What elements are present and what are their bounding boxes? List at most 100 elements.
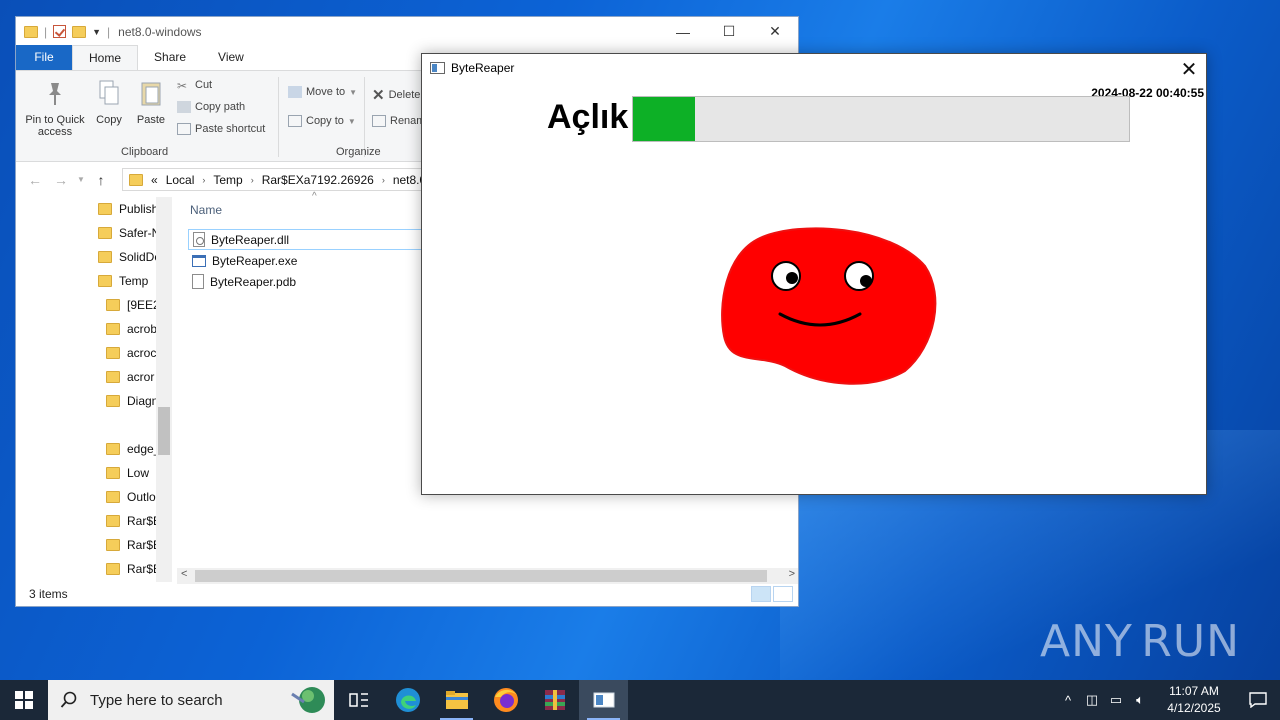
taskbar-bytereaper[interactable] (579, 680, 628, 720)
rename-icon (372, 115, 386, 127)
system-clock[interactable]: 11:07 AM 4/12/2025 (1152, 683, 1236, 717)
folder-icon (106, 323, 120, 335)
address-folder-icon (129, 173, 143, 186)
clock-date: 4/12/2025 (1167, 701, 1221, 715)
breadcrumb-rar[interactable]: Rar$EXa7192.26926 (262, 173, 374, 187)
folder-icon (98, 275, 112, 287)
app-close-button[interactable]: ✕ (1172, 54, 1206, 84)
nav-item-outlo[interactable]: Outlo (106, 487, 156, 507)
delete-icon: ✕ (372, 87, 385, 104)
up-button[interactable]: ↑ (88, 172, 114, 188)
taskbar: Type here to search ^ ◫ ▭ 🔈︎ 11:07 AM 4/… (0, 680, 1280, 720)
app-title: ByteReaper (451, 61, 515, 75)
nav-item-safer[interactable]: Safer-N (98, 223, 160, 243)
horizontal-scroll-thumb[interactable] (195, 570, 767, 582)
nav-scroll-thumb[interactable] (158, 407, 170, 455)
cut-button[interactable]: ✂ Cut (177, 79, 212, 93)
blob-creature (721, 227, 937, 385)
meet-now-icon[interactable]: ◫ (1080, 692, 1104, 708)
nav-item-low[interactable]: Low (106, 463, 149, 483)
exe-file-icon (192, 254, 206, 267)
nav-item-diagn[interactable]: Diagn (106, 391, 158, 411)
dll-file-icon (193, 232, 205, 247)
creature-body (721, 227, 937, 385)
paste-shortcut-button[interactable]: Paste shortcut (177, 123, 265, 135)
folder-icon (98, 251, 112, 263)
file-explorer-icon (445, 691, 468, 709)
folder-icon (106, 443, 120, 455)
system-tray: ^ ◫ ▭ 🔈︎ 11:07 AM 4/12/2025 (1056, 680, 1280, 720)
move-to-button[interactable]: Move to ▼ (288, 86, 357, 98)
nav-item-publish[interactable]: Publish (98, 199, 158, 219)
nav-item-acror[interactable]: acror (106, 367, 154, 387)
back-button[interactable]: ← (22, 172, 48, 188)
taskbar-file-explorer[interactable] (432, 680, 481, 720)
paste-button[interactable]: Paste (134, 79, 168, 126)
copy-to-button[interactable]: Copy to ▼ (288, 115, 356, 127)
minimize-button[interactable]: — (660, 17, 706, 46)
clipboard-group-label: Clipboard (121, 146, 169, 158)
folder-icon (98, 227, 112, 239)
close-button[interactable]: ✕ (752, 17, 798, 46)
copy-icon (99, 80, 119, 105)
task-view-icon (348, 693, 368, 707)
tab-share[interactable]: Share (138, 45, 202, 70)
taskbar-edge[interactable] (383, 680, 432, 720)
volume-icon[interactable]: 🔈︎ (1128, 692, 1152, 708)
breadcrumb-temp[interactable]: Temp (213, 173, 242, 187)
notification-icon (1249, 692, 1267, 708)
breadcrumb-local[interactable]: Local (166, 173, 195, 187)
nav-item-soliddc[interactable]: SolidDc (98, 247, 160, 267)
new-folder-icon[interactable] (72, 25, 87, 38)
firefox-icon (493, 688, 518, 712)
copy-button[interactable]: Copy (92, 79, 126, 126)
sort-indicator-icon: ^ (312, 191, 317, 202)
organize-group-label: Organize (336, 146, 381, 158)
details-view-icon[interactable] (751, 586, 771, 602)
search-placeholder: Type here to search (90, 691, 223, 709)
nav-item-acrob[interactable]: acrob (106, 319, 157, 339)
tab-file[interactable]: File (16, 45, 72, 70)
show-hidden-icons-icon[interactable]: ^ (1056, 693, 1080, 708)
explorer-title: net8.0-windows (118, 24, 202, 39)
network-icon[interactable]: ▭ (1104, 692, 1128, 708)
maximize-button[interactable]: ☐ (706, 17, 752, 46)
nav-item-edge[interactable]: edge_ (106, 439, 160, 459)
address-bar[interactable]: « Local › Temp › Rar$EXa7192.26926 › net… (122, 168, 442, 191)
app-window-icon (430, 62, 445, 74)
nav-item-acroc[interactable]: acroc (106, 343, 156, 363)
folder-icon (106, 395, 120, 407)
paste-shortcut-icon (177, 123, 191, 135)
scroll-left-icon[interactable]: < (181, 568, 187, 580)
scissors-icon: ✂ (177, 79, 188, 93)
folder-icon (106, 491, 120, 503)
task-view-button[interactable] (334, 680, 383, 720)
folder-icon (106, 371, 120, 383)
item-count: 3 items (29, 587, 68, 601)
copy-path-button[interactable]: Copy path (177, 101, 245, 113)
large-icons-view-icon[interactable] (773, 586, 793, 602)
nav-item-temp[interactable]: Temp (98, 271, 148, 291)
rename-button[interactable]: Renam (372, 115, 425, 127)
nav-scrollbar[interactable] (156, 197, 172, 582)
recent-locations-button[interactable]: ▼ (74, 175, 88, 184)
customize-qat-icon[interactable]: ▼ (92, 27, 101, 37)
tab-home[interactable]: Home (72, 45, 139, 70)
forward-button[interactable]: → (48, 172, 74, 188)
action-center-button[interactable] (1236, 692, 1280, 708)
delete-button[interactable]: ✕ Delete (372, 86, 420, 104)
properties-icon[interactable] (53, 25, 67, 38)
pin-quick-access-button[interactable]: Pin to Quick access (22, 79, 88, 138)
hunger-progress-fill (633, 97, 695, 141)
search-highlight-icon (291, 687, 325, 713)
taskbar-winrar[interactable] (530, 680, 579, 720)
breadcrumb-overflow[interactable]: « (151, 173, 158, 187)
copy-to-icon (288, 115, 302, 127)
tab-view[interactable]: View (202, 45, 260, 70)
column-header-name[interactable]: Name (190, 203, 222, 217)
scroll-right-icon[interactable]: > (789, 568, 795, 580)
taskbar-firefox[interactable] (481, 680, 530, 720)
taskbar-search[interactable]: Type here to search (48, 680, 334, 720)
folder-icon (106, 347, 120, 359)
start-button[interactable] (0, 680, 48, 720)
